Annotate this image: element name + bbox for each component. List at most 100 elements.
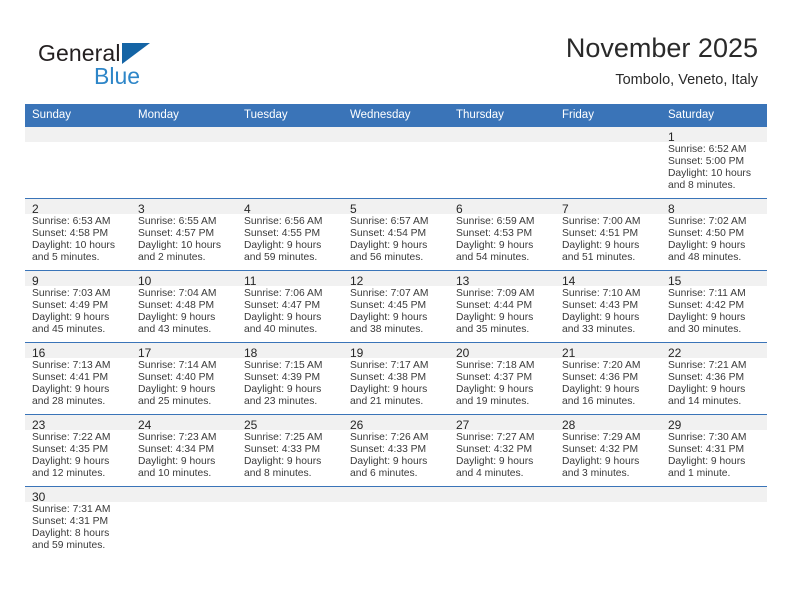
page-title: November 2025 bbox=[565, 33, 758, 63]
calendar-day-cell[interactable]: 30 Sunrise: 7:31 AM Sunset: 4:31 PM Dayligh… bbox=[25, 486, 131, 559]
calendar-week-row: 16 Sunrise: 7:13 AM Sunset: 4:41 PM Dayligh… bbox=[25, 342, 767, 415]
daylight-text: Daylight: 10 hours and 8 minutes. bbox=[668, 168, 751, 192]
daylight-text: Daylight: 9 hours and 8 minutes. bbox=[244, 456, 322, 480]
day-details: Sunrise: 7:13 AM Sunset: 4:41 PM Daylight:… bbox=[25, 358, 131, 408]
logo-triangle-icon bbox=[122, 43, 150, 64]
calendar-day-cell[interactable]: 21 Sunrise: 7:20 AM Sunset: 4:36 PM Dayligh… bbox=[555, 342, 661, 415]
weekday-header-friday: Friday bbox=[555, 104, 661, 127]
daylight-text: Daylight: 9 hours and 10 minutes. bbox=[138, 456, 216, 480]
calendar-header-row: Sunday Monday Tuesday Wednesday Thursday… bbox=[25, 104, 767, 127]
calendar-day-cell[interactable]: 5 Sunrise: 6:57 AM Sunset: 4:54 PM Daylight… bbox=[343, 198, 449, 271]
daylight-text: Daylight: 9 hours and 23 minutes. bbox=[244, 384, 322, 408]
day-details: Sunrise: 7:18 AM Sunset: 4:37 PM Daylight:… bbox=[449, 358, 555, 408]
calendar-day-cell[interactable]: 6 Sunrise: 6:59 AM Sunset: 4:53 PM Daylight… bbox=[449, 198, 555, 271]
calendar-day-cell[interactable]: 29 Sunrise: 7:30 AM Sunset: 4:31 PM Dayligh… bbox=[661, 414, 767, 487]
calendar-day-cell[interactable]: 23 Sunrise: 7:22 AM Sunset: 4:35 PM Dayligh… bbox=[25, 414, 131, 487]
calendar-empty-cell bbox=[237, 126, 343, 199]
calendar-day-cell[interactable]: 22 Sunrise: 7:21 AM Sunset: 4:36 PM Dayligh… bbox=[661, 342, 767, 415]
daylight-text: Daylight: 9 hours and 14 minutes. bbox=[668, 384, 746, 408]
day-number: 6 bbox=[449, 199, 555, 216]
sunrise-text: Sunrise: 7:03 AM bbox=[32, 288, 111, 299]
calendar-week-row: 9 Sunrise: 7:03 AM Sunset: 4:49 PM Daylight… bbox=[25, 270, 767, 343]
day-number: 29 bbox=[661, 415, 767, 432]
calendar-day-cell[interactable]: 20 Sunrise: 7:18 AM Sunset: 4:37 PM Dayligh… bbox=[449, 342, 555, 415]
day-details: Sunrise: 7:07 AM Sunset: 4:45 PM Daylight:… bbox=[343, 286, 449, 336]
sunset-text: Sunset: 4:32 PM bbox=[562, 444, 639, 456]
day-number bbox=[343, 127, 449, 142]
logo-text-blue: Blue bbox=[94, 63, 141, 89]
sunset-text: Sunset: 4:47 PM bbox=[244, 300, 321, 312]
sunset-text: Sunset: 4:58 PM bbox=[32, 228, 109, 240]
day-number bbox=[343, 487, 449, 502]
sunset-text: Sunset: 4:54 PM bbox=[350, 228, 427, 240]
calendar-day-cell[interactable]: 28 Sunrise: 7:29 AM Sunset: 4:32 PM Dayligh… bbox=[555, 414, 661, 487]
day-number bbox=[661, 487, 767, 502]
day-number: 26 bbox=[343, 415, 449, 432]
sunrise-text: Sunrise: 7:14 AM bbox=[138, 360, 217, 371]
day-details: Sunrise: 7:31 AM Sunset: 4:31 PM Daylight:… bbox=[25, 502, 131, 552]
calendar-day-cell[interactable]: 26 Sunrise: 7:26 AM Sunset: 4:33 PM Dayligh… bbox=[343, 414, 449, 487]
day-details: Sunrise: 7:26 AM Sunset: 4:33 PM Daylight:… bbox=[343, 430, 449, 480]
calendar-day-cell[interactable]: 1 Sunrise: 6:52 AM Sunset: 5:00 PM Daylight… bbox=[661, 126, 767, 199]
day-number: 13 bbox=[449, 271, 555, 288]
daylight-text: Daylight: 9 hours and 1 minute. bbox=[668, 456, 746, 480]
sunset-text: Sunset: 4:34 PM bbox=[138, 444, 215, 456]
daylight-text: Daylight: 9 hours and 43 minutes. bbox=[138, 312, 216, 336]
calendar-day-cell[interactable]: 13 Sunrise: 7:09 AM Sunset: 4:44 PM Dayligh… bbox=[449, 270, 555, 343]
sunrise-text: Sunrise: 6:52 AM bbox=[668, 144, 747, 155]
day-number: 7 bbox=[555, 199, 661, 216]
calendar-day-cell[interactable]: 3 Sunrise: 6:55 AM Sunset: 4:57 PM Daylight… bbox=[131, 198, 237, 271]
day-details: Sunrise: 7:02 AM Sunset: 4:50 PM Daylight:… bbox=[661, 214, 767, 264]
generalblue-logo[interactable]: General Blue bbox=[38, 40, 278, 92]
calendar-day-cell[interactable]: 14 Sunrise: 7:10 AM Sunset: 4:43 PM Dayligh… bbox=[555, 270, 661, 343]
calendar-day-cell[interactable]: 27 Sunrise: 7:27 AM Sunset: 4:32 PM Dayligh… bbox=[449, 414, 555, 487]
calendar-day-cell[interactable]: 19 Sunrise: 7:17 AM Sunset: 4:38 PM Dayligh… bbox=[343, 342, 449, 415]
calendar-empty-cell bbox=[555, 126, 661, 199]
calendar-day-cell[interactable]: 18 Sunrise: 7:15 AM Sunset: 4:39 PM Dayligh… bbox=[237, 342, 343, 415]
calendar-day-cell[interactable]: 16 Sunrise: 7:13 AM Sunset: 4:41 PM Dayligh… bbox=[25, 342, 131, 415]
calendar-day-cell[interactable]: 25 Sunrise: 7:25 AM Sunset: 4:33 PM Dayligh… bbox=[237, 414, 343, 487]
calendar-day-cell[interactable]: 8 Sunrise: 7:02 AM Sunset: 4:50 PM Daylight… bbox=[661, 198, 767, 271]
sunrise-text: Sunrise: 7:11 AM bbox=[668, 288, 746, 299]
sunrise-text: Sunrise: 7:06 AM bbox=[244, 288, 323, 299]
calendar-day-cell[interactable]: 12 Sunrise: 7:07 AM Sunset: 4:45 PM Dayligh… bbox=[343, 270, 449, 343]
sunrise-text: Sunrise: 6:56 AM bbox=[244, 216, 323, 227]
daylight-text: Daylight: 9 hours and 30 minutes. bbox=[668, 312, 746, 336]
day-number: 15 bbox=[661, 271, 767, 288]
daylight-text: Daylight: 9 hours and 12 minutes. bbox=[32, 456, 110, 480]
day-details: Sunrise: 7:29 AM Sunset: 4:32 PM Daylight:… bbox=[555, 430, 661, 480]
calendar-day-cell[interactable]: 7 Sunrise: 7:00 AM Sunset: 4:51 PM Daylight… bbox=[555, 198, 661, 271]
sunset-text: Sunset: 4:55 PM bbox=[244, 228, 321, 240]
calendar-day-cell[interactable]: 11 Sunrise: 7:06 AM Sunset: 4:47 PM Dayligh… bbox=[237, 270, 343, 343]
day-details: Sunrise: 6:55 AM Sunset: 4:57 PM Daylight:… bbox=[131, 214, 237, 264]
sunrise-text: Sunrise: 7:30 AM bbox=[668, 432, 747, 443]
day-number: 1 bbox=[661, 127, 767, 144]
calendar-day-cell[interactable]: 4 Sunrise: 6:56 AM Sunset: 4:55 PM Daylight… bbox=[237, 198, 343, 271]
day-details: Sunrise: 7:22 AM Sunset: 4:35 PM Daylight:… bbox=[25, 430, 131, 480]
day-details: Sunrise: 6:53 AM Sunset: 4:58 PM Daylight:… bbox=[25, 214, 131, 264]
sunset-text: Sunset: 4:31 PM bbox=[32, 516, 109, 528]
sunset-text: Sunset: 4:33 PM bbox=[244, 444, 321, 456]
sunrise-text: Sunrise: 7:07 AM bbox=[350, 288, 429, 299]
calendar-day-cell[interactable]: 17 Sunrise: 7:14 AM Sunset: 4:40 PM Dayligh… bbox=[131, 342, 237, 415]
sunrise-text: Sunrise: 7:23 AM bbox=[138, 432, 217, 443]
sunrise-text: Sunrise: 7:00 AM bbox=[562, 216, 641, 227]
calendar-day-cell[interactable]: 10 Sunrise: 7:04 AM Sunset: 4:48 PM Dayligh… bbox=[131, 270, 237, 343]
daylight-text: Daylight: 9 hours and 25 minutes. bbox=[138, 384, 216, 408]
weekday-header-thursday: Thursday bbox=[449, 104, 555, 127]
sunrise-text: Sunrise: 7:02 AM bbox=[668, 216, 747, 227]
sunset-text: Sunset: 4:49 PM bbox=[32, 300, 109, 312]
day-details: Sunrise: 7:00 AM Sunset: 4:51 PM Daylight:… bbox=[555, 214, 661, 264]
page-subtitle: Tombolo, Veneto, Italy bbox=[615, 72, 758, 88]
sunset-text: Sunset: 5:00 PM bbox=[668, 156, 745, 168]
calendar-day-cell[interactable]: 15 Sunrise: 7:11 AM Sunset: 4:42 PM Dayligh… bbox=[661, 270, 767, 343]
calendar-day-cell[interactable]: 24 Sunrise: 7:23 AM Sunset: 4:34 PM Dayligh… bbox=[131, 414, 237, 487]
sunset-text: Sunset: 4:33 PM bbox=[350, 444, 427, 456]
sunrise-text: Sunrise: 7:31 AM bbox=[32, 504, 111, 515]
calendar-day-cell[interactable]: 2 Sunrise: 6:53 AM Sunset: 4:58 PM Daylight… bbox=[25, 198, 131, 271]
sunrise-text: Sunrise: 7:15 AM bbox=[244, 360, 323, 371]
calendar-day-cell[interactable]: 9 Sunrise: 7:03 AM Sunset: 4:49 PM Daylight… bbox=[25, 270, 131, 343]
daylight-text: Daylight: 9 hours and 16 minutes. bbox=[562, 384, 640, 408]
sunset-text: Sunset: 4:35 PM bbox=[32, 444, 109, 456]
day-number: 19 bbox=[343, 343, 449, 360]
